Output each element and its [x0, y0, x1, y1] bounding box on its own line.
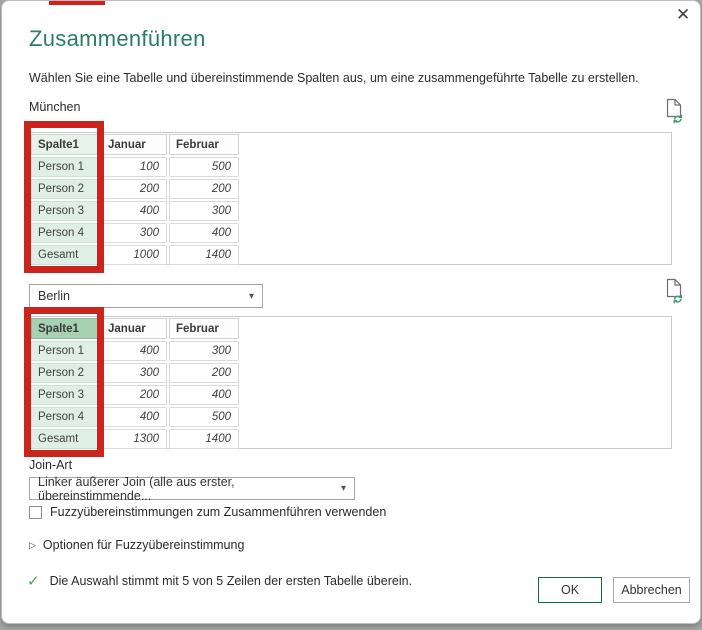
table2-preview: Spalte1 Januar Februar Person 1 400 300 … — [29, 316, 672, 449]
refresh-preview-icon[interactable] — [665, 278, 685, 304]
table-cell[interactable]: 100 — [101, 157, 167, 177]
expander-triangle-icon: ▷ — [29, 540, 36, 551]
table1-header-februar[interactable]: Februar — [169, 134, 239, 155]
cancel-button[interactable]: Abbrechen — [613, 577, 690, 603]
join-kind-label: Join-Art — [29, 458, 72, 472]
join-kind-select[interactable]: Linker äußerer Join (alle aus erster, üb… — [29, 477, 355, 500]
table2-selector[interactable]: Berlin ▾ — [29, 284, 263, 308]
table-cell[interactable]: 300 — [101, 223, 167, 243]
table-cell[interactable]: 200 — [169, 179, 239, 199]
table-cell[interactable]: 200 — [101, 179, 167, 199]
table-cell[interactable]: 300 — [169, 201, 239, 221]
table-cell[interactable]: 300 — [169, 341, 239, 361]
refresh-preview-icon[interactable] — [665, 98, 685, 124]
table2-grid: Spalte1 Januar Februar Person 1 400 300 … — [31, 318, 239, 449]
fuzzy-options-label: Optionen für Fuzzyübereinstimmung — [43, 538, 244, 552]
table-cell[interactable]: 1400 — [169, 245, 239, 265]
table-cell[interactable]: 200 — [169, 363, 239, 383]
match-status: ✓ Die Auswahl stimmt mit 5 von 5 Zeilen … — [27, 574, 412, 589]
table-cell[interactable]: 1000 — [101, 245, 167, 265]
fuzzy-checkbox[interactable] — [29, 506, 42, 519]
table2-header-januar[interactable]: Januar — [101, 318, 167, 339]
table-cell[interactable]: Person 1 — [31, 341, 99, 361]
fuzzy-options-expander[interactable]: ▷ Optionen für Fuzzyübereinstimmung — [29, 538, 244, 552]
ok-button[interactable]: OK — [538, 577, 602, 603]
table2-selector-value: Berlin — [38, 289, 70, 303]
match-status-text: Die Auswahl stimmt mit 5 von 5 Zeilen de… — [50, 574, 412, 588]
table-cell[interactable]: 200 — [101, 385, 167, 405]
merge-dialog: ✕ Zusammenführen Wählen Sie eine Tabelle… — [1, 0, 701, 624]
table1-header-januar[interactable]: Januar — [101, 134, 167, 155]
table-cell[interactable]: Person 4 — [31, 407, 99, 427]
table-cell[interactable]: Gesamt — [31, 429, 99, 449]
chevron-down-icon: ▾ — [249, 291, 254, 302]
page-title: Zusammenführen — [29, 26, 206, 52]
fuzzy-match-option[interactable]: Fuzzyübereinstimmungen zum Zusammenführe… — [29, 505, 386, 519]
chevron-down-icon: ▾ — [341, 483, 346, 494]
table-cell[interactable]: Person 3 — [31, 201, 99, 221]
table-cell[interactable]: 500 — [169, 157, 239, 177]
annotation-red-sliver — [49, 1, 105, 5]
table-cell[interactable]: 500 — [169, 407, 239, 427]
table-cell[interactable]: 400 — [101, 341, 167, 361]
close-icon[interactable]: ✕ — [676, 5, 690, 25]
table-cell[interactable]: 400 — [169, 223, 239, 243]
join-kind-value: Linker äußerer Join (alle aus erster, üb… — [38, 475, 341, 503]
table-cell[interactable]: 1300 — [101, 429, 167, 449]
table-cell[interactable]: Gesamt — [31, 245, 99, 265]
dialog-subtitle: Wählen Sie eine Tabelle und übereinstimm… — [29, 71, 639, 85]
table-cell[interactable]: Person 2 — [31, 179, 99, 199]
table-cell[interactable]: Person 4 — [31, 223, 99, 243]
table-cell[interactable]: 400 — [101, 407, 167, 427]
table-cell[interactable]: 300 — [101, 363, 167, 383]
table1-grid: Spalte1 Januar Februar Person 1 100 500 … — [31, 134, 239, 265]
table-cell[interactable]: Person 3 — [31, 385, 99, 405]
table-cell[interactable]: Person 2 — [31, 363, 99, 383]
table1-preview: Spalte1 Januar Februar Person 1 100 500 … — [29, 132, 672, 265]
table1-label: München — [29, 100, 80, 114]
table-cell[interactable]: 1400 — [169, 429, 239, 449]
fuzzy-checkbox-label: Fuzzyübereinstimmungen zum Zusammenführe… — [50, 505, 386, 519]
checkmark-icon: ✓ — [27, 574, 40, 589]
table1-header-spalte1[interactable]: Spalte1 — [31, 134, 99, 155]
table-cell[interactable]: 400 — [101, 201, 167, 221]
table-cell[interactable]: Person 1 — [31, 157, 99, 177]
table-cell[interactable]: 400 — [169, 385, 239, 405]
table2-header-spalte1[interactable]: Spalte1 — [31, 318, 99, 339]
table2-header-februar[interactable]: Februar — [169, 318, 239, 339]
